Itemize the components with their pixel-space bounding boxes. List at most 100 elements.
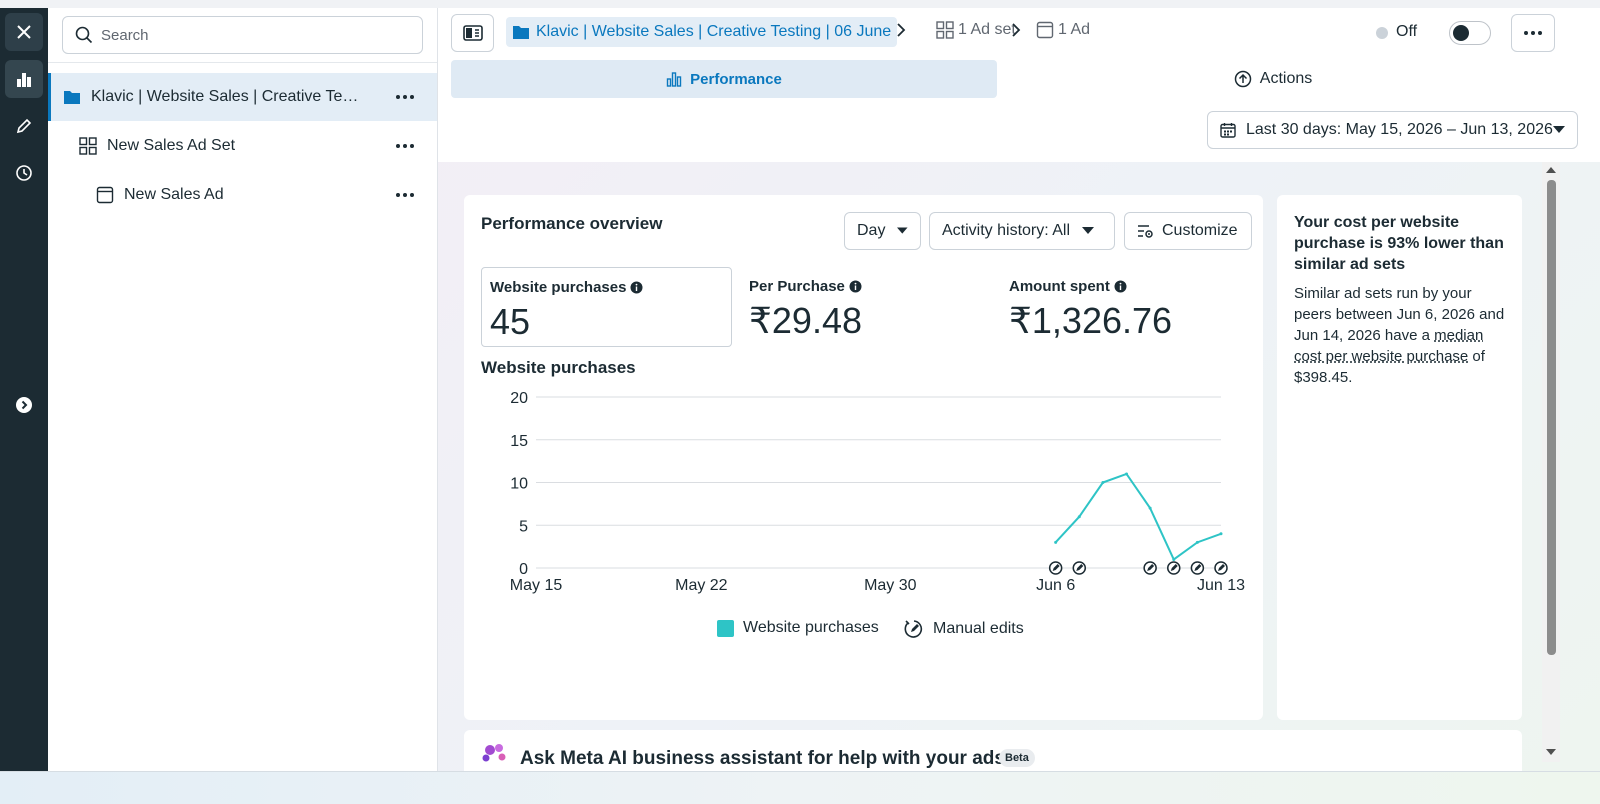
y-tick-label: 15 bbox=[510, 433, 528, 450]
day-dropdown[interactable]: Day bbox=[844, 212, 921, 250]
manual-edit-marker[interactable] bbox=[1214, 561, 1228, 575]
sidebar-panel-icon bbox=[462, 25, 483, 41]
insight-title: Your cost per website purchase is 93% lo… bbox=[1294, 214, 1504, 273]
tree-search-box[interactable] bbox=[62, 16, 423, 54]
tree-item-more-button[interactable] bbox=[393, 134, 417, 158]
date-range-picker[interactable]: Last 30 days: May 15, 2026 – Jun 13, 202… bbox=[1207, 111, 1578, 149]
search-icon bbox=[75, 26, 93, 44]
performance-overview-title: Performance overview bbox=[481, 214, 663, 233]
breadcrumb-campaign-label: Klavic | Website Sales | Creative Testin… bbox=[536, 23, 892, 40]
breadcrumb-campaign[interactable]: Klavic | Website Sales | Creative Testin… bbox=[506, 17, 898, 47]
grid-icon bbox=[936, 21, 954, 39]
breadcrumb-ad[interactable]: 1 Ad bbox=[1036, 21, 1090, 39]
x-tick-label: May 22 bbox=[675, 577, 728, 594]
y-tick-label: 10 bbox=[510, 476, 528, 493]
activity-history-dropdown[interactable]: Activity history: All bbox=[929, 212, 1115, 250]
header-bar: Klavic | Website Sales | Creative Testin… bbox=[438, 8, 1600, 162]
tab-performance[interactable]: Performance bbox=[451, 60, 997, 98]
caret-down-icon bbox=[1553, 126, 1565, 133]
tab-actions-label: Actions bbox=[1259, 70, 1313, 87]
metric-amount-spent[interactable]: Amount spent ₹1,326.76 bbox=[1001, 267, 1251, 347]
metric-value: ₹1,326.76 bbox=[1009, 300, 1173, 341]
main-panel: Klavic | Website Sales | Creative Testin… bbox=[438, 8, 1600, 790]
close-icon bbox=[17, 25, 31, 39]
tab-actions[interactable]: Actions bbox=[1000, 60, 1546, 98]
info-icon[interactable] bbox=[1114, 280, 1127, 293]
website-purchases-chart[interactable]: 0 5 10 15 20 May 15 May 22 May 30 Jun 6 Jun 13 bbox=[481, 385, 1251, 615]
y-tick-label: 0 bbox=[519, 561, 528, 578]
tab-performance-label: Performance bbox=[690, 70, 782, 88]
metric-label-text: Per Purchase bbox=[749, 278, 845, 295]
date-range-label: Last 30 days: May 15, 2026 – Jun 13, 202… bbox=[1246, 121, 1553, 138]
customize-button[interactable]: Customize bbox=[1124, 212, 1252, 250]
x-tick-label: Jun 6 bbox=[1036, 577, 1075, 594]
manual-edit-marker[interactable] bbox=[1167, 561, 1181, 575]
manual-edit-marker[interactable] bbox=[1143, 561, 1157, 575]
ai-card-title: Ask Meta AI business assistant for help … bbox=[520, 748, 1005, 769]
expand-arrow-icon bbox=[16, 397, 32, 413]
more-horizontal-icon bbox=[396, 144, 414, 148]
chevron-right-icon bbox=[1012, 23, 1021, 37]
tree-item-ad[interactable]: New Sales Ad bbox=[48, 171, 437, 219]
tree-item-label: New Sales Ad Set bbox=[107, 137, 236, 154]
rail-edit-button[interactable] bbox=[5, 107, 43, 145]
rail-performance-button[interactable] bbox=[5, 60, 43, 98]
metric-value: ₹29.48 bbox=[749, 300, 862, 341]
scroll-down-arrow-icon[interactable] bbox=[1546, 748, 1556, 756]
status-label: Off bbox=[1396, 23, 1418, 40]
folder-icon bbox=[64, 91, 80, 104]
x-tick-label: Jun 13 bbox=[1197, 577, 1245, 594]
tree-item-adset[interactable]: New Sales Ad Set bbox=[48, 122, 437, 170]
meta-ai-icon bbox=[482, 744, 506, 762]
vertical-scrollbar[interactable] bbox=[1542, 162, 1560, 762]
scrollbar-thumb[interactable] bbox=[1547, 180, 1556, 655]
breadcrumb-ad-label: 1 Ad bbox=[1058, 21, 1091, 38]
metric-per-purchase[interactable]: Per Purchase ₹29.48 bbox=[741, 267, 991, 347]
ad-icon bbox=[96, 186, 114, 204]
customize-settings-icon bbox=[1138, 225, 1153, 238]
insight-body: Similar ad sets run by your peers betwee… bbox=[1294, 283, 1505, 388]
legend-series-label: Website purchases bbox=[743, 619, 879, 636]
manual-edit-marker[interactable] bbox=[1048, 561, 1063, 575]
manual-edit-marker[interactable] bbox=[1072, 561, 1087, 575]
chevron-right-icon bbox=[897, 23, 906, 37]
legend-series[interactable]: Website purchases bbox=[717, 619, 879, 637]
metric-value: 45 bbox=[490, 301, 531, 342]
data-point bbox=[1195, 540, 1199, 544]
tree-item-campaign[interactable]: Klavic | Website Sales | Creative Testin… bbox=[48, 73, 437, 121]
info-icon[interactable] bbox=[849, 280, 862, 293]
data-point bbox=[1101, 481, 1105, 484]
info-icon[interactable] bbox=[630, 281, 643, 294]
rail-history-button[interactable] bbox=[5, 154, 43, 192]
close-button[interactable] bbox=[5, 13, 43, 51]
rail-expand-button[interactable] bbox=[5, 386, 43, 424]
data-point bbox=[1077, 515, 1081, 519]
bottom-status-strip bbox=[0, 771, 1600, 804]
x-tick-label: May 30 bbox=[864, 577, 917, 594]
pencil-icon bbox=[16, 118, 32, 134]
metric-label: Per Purchase bbox=[749, 278, 862, 295]
tree-divider bbox=[48, 62, 437, 63]
metric-label-text: Amount spent bbox=[1009, 278, 1110, 295]
tree-item-more-button[interactable] bbox=[393, 183, 417, 207]
manual-edit-marker[interactable] bbox=[1190, 561, 1205, 575]
metric-website-purchases[interactable]: Website purchases 45 bbox=[481, 267, 732, 347]
y-tick-label: 5 bbox=[519, 518, 528, 535]
data-point bbox=[1054, 540, 1058, 544]
scroll-up-arrow-icon[interactable] bbox=[1546, 166, 1556, 174]
performance-overview-card: Performance overview Day Activity histor… bbox=[464, 195, 1263, 720]
tree-item-label: Klavic | Website Sales | Creative Testin… bbox=[91, 88, 366, 105]
breadcrumb-adset[interactable]: 1 Ad set bbox=[936, 21, 1016, 39]
search-input[interactable] bbox=[101, 26, 401, 44]
more-options-button[interactable] bbox=[1511, 14, 1555, 52]
legend-manual-edits[interactable]: Manual edits bbox=[904, 619, 1024, 639]
tree-item-more-button[interactable] bbox=[393, 85, 417, 109]
caret-down-icon bbox=[897, 227, 908, 234]
on-off-toggle[interactable] bbox=[1449, 21, 1491, 45]
clock-icon bbox=[16, 165, 32, 181]
customize-label: Customize bbox=[1162, 222, 1238, 239]
data-point bbox=[1125, 472, 1129, 476]
bar-chart-icon bbox=[17, 73, 31, 87]
panel-toggle-button[interactable] bbox=[451, 14, 494, 52]
day-dropdown-label: Day bbox=[857, 222, 886, 239]
